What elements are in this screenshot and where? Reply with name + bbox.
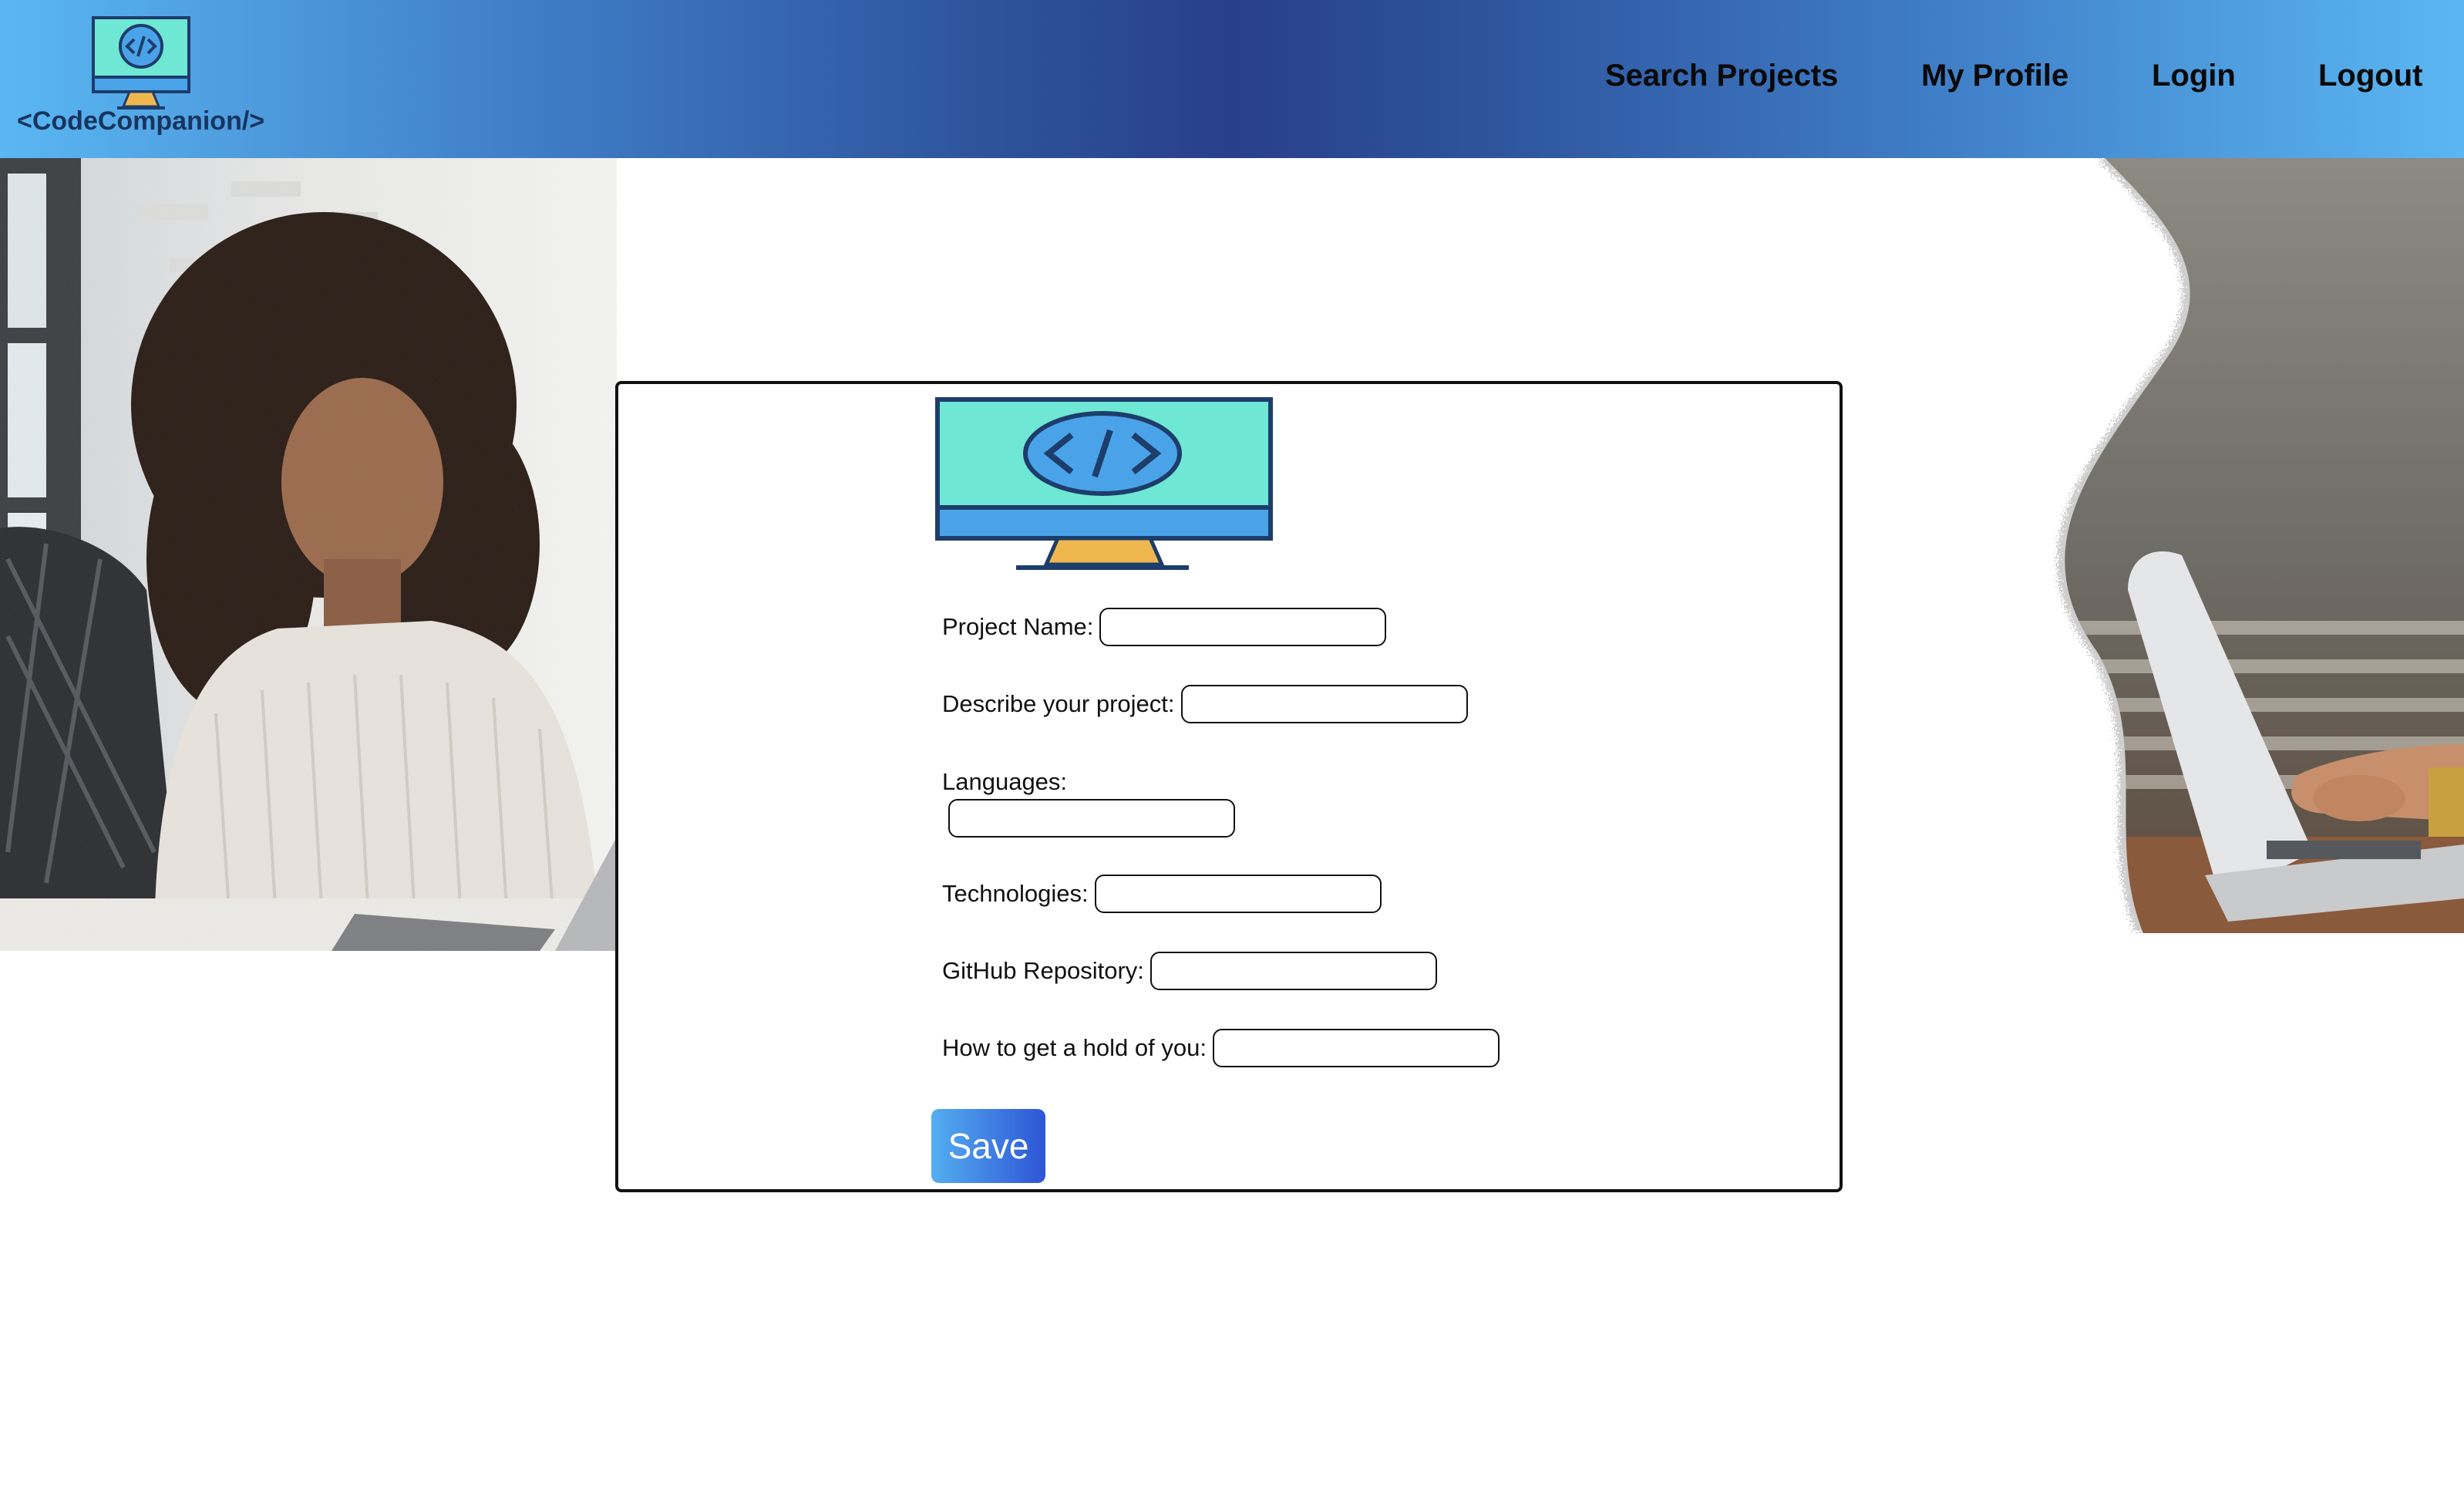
form-row-description: Describe your project: — [942, 685, 1468, 723]
languages-input[interactable] — [948, 799, 1235, 838]
brand-name: <CodeCompanion/> — [17, 106, 265, 136]
header-bar: <CodeCompanion/> Search Projects My Prof… — [0, 0, 2464, 158]
github-repository-input[interactable] — [1150, 952, 1437, 990]
hero-photo-left — [0, 158, 617, 951]
project-name-input[interactable] — [1099, 608, 1387, 646]
form-row-contact: How to get a hold of you: — [942, 1029, 1500, 1067]
nav-login[interactable]: Login — [2152, 59, 2236, 93]
github-repository-label: GitHub Repository: — [942, 957, 1144, 984]
brand-logo[interactable]: <CodeCompanion/> — [17, 15, 271, 147]
hero-photo-right — [1897, 158, 2464, 933]
project-name-label: Project Name: — [942, 613, 1094, 640]
nav-search-projects[interactable]: Search Projects — [1605, 59, 1838, 93]
technologies-label: Technologies: — [942, 880, 1089, 907]
project-form-card: Project Name: Describe your project: Lan… — [615, 381, 1843, 1192]
technologies-input[interactable] — [1094, 875, 1382, 913]
description-label: Describe your project: — [942, 690, 1175, 717]
contact-label: How to get a hold of you: — [942, 1034, 1207, 1061]
description-input[interactable] — [1180, 685, 1468, 723]
nav-logout[interactable]: Logout — [2318, 59, 2423, 93]
nav-my-profile[interactable]: My Profile — [1921, 59, 2068, 93]
code-monitor-icon — [935, 397, 1273, 570]
form-row-github: GitHub Repository: — [942, 952, 1437, 990]
languages-label: Languages: — [942, 768, 1068, 795]
page: <CodeCompanion/> Search Projects My Prof… — [0, 0, 2464, 1510]
form-row-project-name: Project Name: — [942, 608, 1387, 646]
form-row-technologies: Technologies: — [942, 875, 1382, 913]
save-button[interactable]: Save — [931, 1109, 1045, 1183]
code-monitor-icon — [92, 16, 190, 110]
contact-input[interactable] — [1212, 1029, 1500, 1067]
